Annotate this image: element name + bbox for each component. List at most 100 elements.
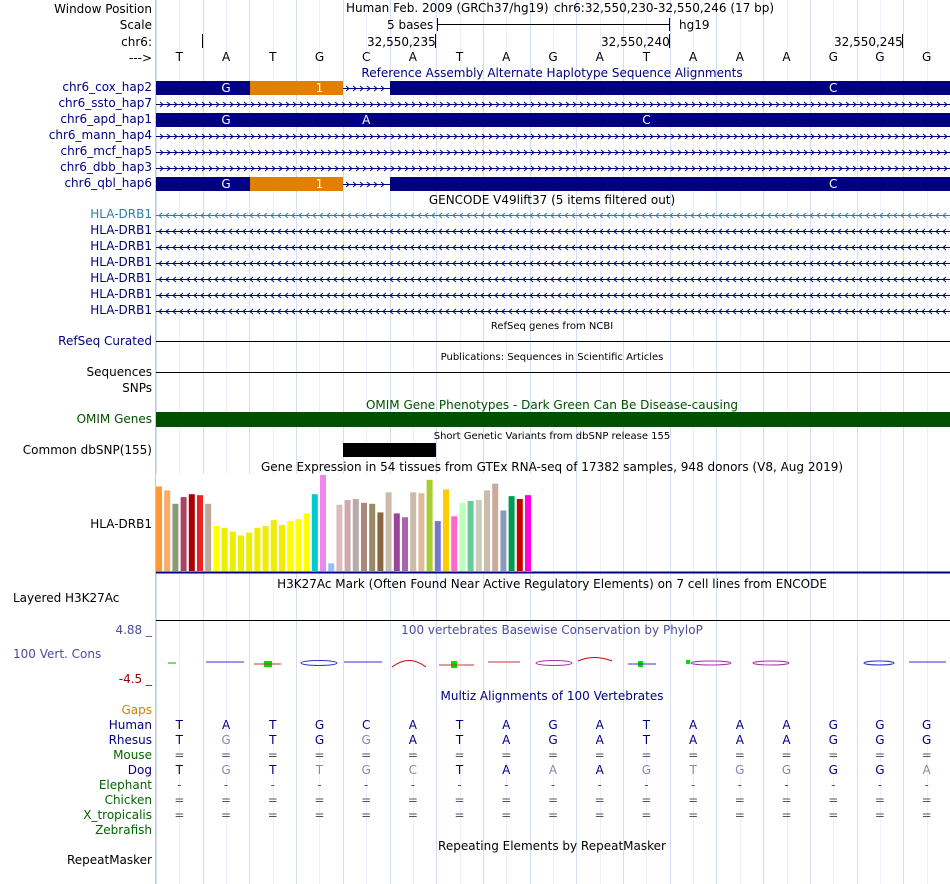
- gtex-tissue-bar: [172, 503, 179, 571]
- alignment-base: =: [641, 808, 652, 822]
- gtex-tissue-bar: [197, 495, 203, 571]
- haplotype-alignment[interactable]: G 1 C: [156, 80, 950, 96]
- haplotype-alignment[interactable]: G 1 C: [156, 176, 950, 192]
- cons-track-label[interactable]: 100 Vert. Cons: [13, 647, 101, 661]
- gencode-gene-label[interactable]: HLA-DRB1: [90, 271, 152, 285]
- haplotype-alignment[interactable]: GAC: [156, 112, 950, 128]
- haplotype-gap-line: [156, 101, 950, 108]
- alignment-base: =: [221, 748, 232, 762]
- haplotype-alignment[interactable]: [156, 144, 950, 160]
- position-text: chr6:32,550,230-32,550,246 (17 bp): [554, 1, 775, 15]
- alignment-base: A: [548, 763, 558, 777]
- alignment-base: =: [547, 793, 559, 807]
- publications-track-label[interactable]: Sequences: [87, 365, 152, 379]
- alignment-base: G: [921, 733, 932, 747]
- species-label[interactable]: Mouse: [113, 748, 152, 762]
- alignment-base: =: [688, 748, 699, 762]
- reference-base: A: [221, 50, 231, 64]
- alignment-base: =: [828, 793, 839, 807]
- track-display-area[interactable]: Human Feb. 2009 (GRCh37/hg19) chr6:32,55…: [156, 0, 950, 884]
- alignment-base: A: [735, 733, 744, 747]
- strand-label[interactable]: --->: [129, 51, 152, 65]
- alignment-base: -: [177, 778, 182, 792]
- haplotype-track-label[interactable]: chr6_ssto_hap7: [58, 96, 152, 110]
- species-label[interactable]: X_tropicalis: [83, 808, 152, 822]
- alignment-base: -: [223, 778, 229, 792]
- publications-track-title: Publications: Sequences in Scientific Ar…: [440, 352, 664, 363]
- alignment-base: =: [688, 793, 699, 807]
- haplotype-block: [156, 113, 950, 127]
- dbsnp-variant-bar[interactable]: [343, 443, 436, 457]
- gtex-tissue-bar: [475, 499, 482, 571]
- species-label[interactable]: Elephant: [99, 778, 152, 792]
- species-label[interactable]: Human: [109, 718, 152, 732]
- gtex-tissue-bar: [156, 486, 162, 571]
- alignment-base: C: [408, 763, 418, 777]
- haplotype-track-label[interactable]: chr6_cox_hap2: [62, 80, 152, 94]
- cons-max-label: 4.88 _: [115, 623, 152, 637]
- haplotype-track-label[interactable]: chr6_dbb_hap3: [60, 160, 152, 174]
- species-label[interactable]: Chicken: [105, 793, 152, 807]
- alignment-base: -: [364, 778, 369, 792]
- gtex-tissue-bar: [492, 483, 499, 571]
- repeatmasker-track-title: Repeating Elements by RepeatMasker: [438, 839, 666, 853]
- reference-base: T: [455, 50, 464, 64]
- gencode-gene-label[interactable]: HLA-DRB1: [90, 303, 152, 317]
- haplotype-base-label: 1: [315, 81, 324, 95]
- window-position-label: Window Position: [54, 2, 152, 16]
- haplotype-alignment[interactable]: [156, 96, 950, 112]
- track-labels-panel: Window Position Scale chr6: ---> chr6_co…: [0, 0, 155, 884]
- repeatmasker-track-label[interactable]: RepeatMasker: [67, 853, 152, 867]
- scale-label: Scale: [119, 18, 152, 32]
- reference-base: T: [269, 50, 277, 64]
- haplotype-base-label: G: [221, 177, 231, 191]
- cons-mark: [690, 660, 732, 666]
- alt-haplotype-track-title: Reference Assembly Alternate Haplotype S…: [361, 66, 743, 80]
- haplotype-alignment[interactable]: [156, 128, 950, 144]
- cons-wiggle[interactable]: [156, 652, 950, 676]
- cons-mark: [391, 660, 427, 668]
- haplotype-gap-line: [156, 149, 950, 156]
- dbsnp-track-label[interactable]: Common dbSNP(155): [23, 443, 152, 457]
- haplotype-alignment[interactable]: [156, 160, 950, 176]
- cons-mark: [752, 660, 790, 666]
- gencode-gene-label[interactable]: HLA-DRB1: [90, 287, 152, 301]
- haplotype-track-label[interactable]: chr6_mann_hap4: [49, 128, 152, 142]
- alignment-base: G: [314, 718, 325, 732]
- alignment-base: -: [270, 778, 275, 792]
- snps-track-label[interactable]: SNPs: [122, 381, 152, 395]
- alignment-base: -: [644, 778, 649, 792]
- alignment-base: G: [875, 733, 885, 747]
- multiz-track-title: Multiz Alignments of 100 Vertebrates: [440, 689, 664, 703]
- gtex-chart[interactable]: [156, 474, 950, 574]
- omim-feature-bar[interactable]: [156, 412, 950, 427]
- species-label[interactable]: Rhesus: [109, 733, 152, 747]
- species-label[interactable]: Zebrafish: [95, 823, 152, 837]
- species-label[interactable]: Dog: [128, 763, 152, 777]
- alignment-base: =: [361, 793, 372, 807]
- alignment-base: =: [174, 808, 185, 822]
- haplotype-track-label[interactable]: chr6_qbl_hap6: [64, 176, 152, 190]
- gencode-gene-label[interactable]: HLA-DRB1: [90, 207, 152, 221]
- gencode-gene-label[interactable]: HLA-DRB1: [90, 223, 152, 237]
- gtex-track-label[interactable]: HLA-DRB1: [90, 517, 152, 531]
- omim-track-label[interactable]: OMIM Genes: [77, 412, 152, 426]
- gencode-gene-label[interactable]: HLA-DRB1: [90, 255, 152, 269]
- gencode-track[interactable]: [156, 207, 950, 327]
- gtex-tissue-bar: [180, 497, 187, 571]
- gtex-tissue-bar: [467, 500, 474, 571]
- alignment-base: G: [361, 763, 371, 777]
- alignment-base: T: [269, 733, 277, 747]
- refseq-track-label[interactable]: RefSeq Curated: [58, 334, 152, 348]
- gtex-tissue-bar: [188, 494, 195, 571]
- h3k27ac-track-label[interactable]: Layered H3K27Ac: [13, 591, 119, 605]
- gtex-tissue-bar: [352, 499, 359, 571]
- alignment-base: G: [314, 733, 325, 747]
- haplotype-track-label[interactable]: chr6_apd_hap1: [60, 112, 152, 126]
- haplotype-track-label[interactable]: chr6_mcf_hap5: [61, 144, 153, 158]
- alignment-base: =: [594, 748, 605, 762]
- gencode-gene-label[interactable]: HLA-DRB1: [90, 239, 152, 253]
- reference-base: A: [502, 50, 511, 64]
- alignment-base: =: [501, 793, 512, 807]
- gtex-tissue-bar: [369, 503, 376, 571]
